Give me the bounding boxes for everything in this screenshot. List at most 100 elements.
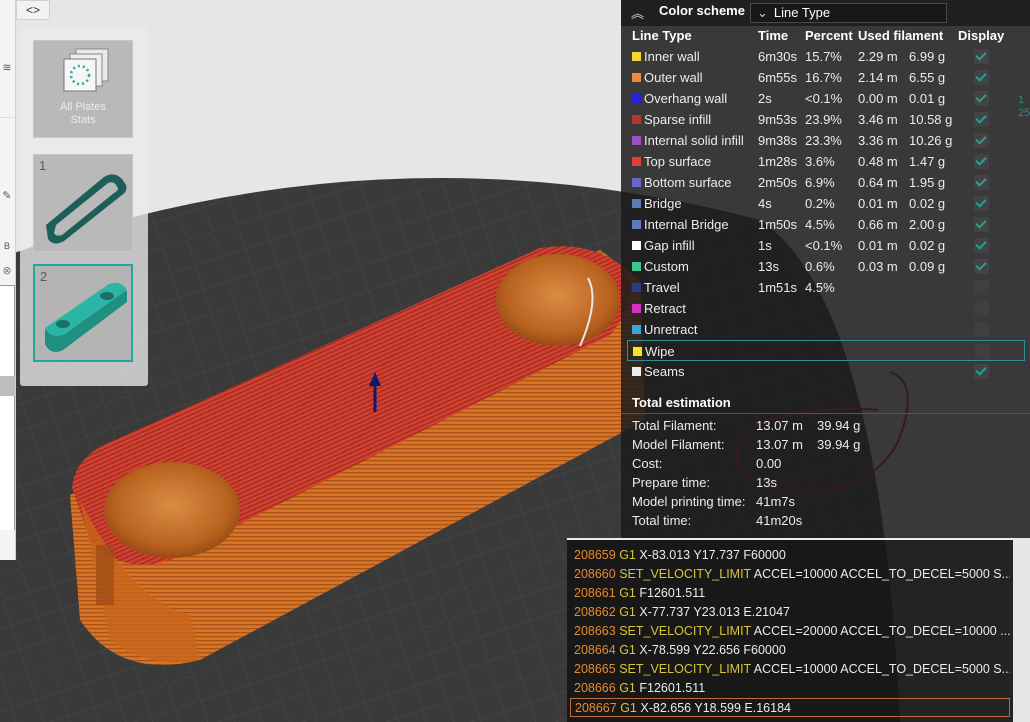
legend-row[interactable]: Seams bbox=[627, 361, 1025, 382]
all-plates-stats-thumbnail[interactable]: All Plates Stats bbox=[33, 40, 133, 138]
gcode-line-number: 208666 bbox=[574, 681, 616, 695]
line-type-weight: 0.09 g bbox=[909, 259, 946, 274]
plate-1-thumbnail[interactable]: 1 bbox=[33, 154, 133, 252]
legend-row[interactable]: Inner wall 6m30s 15.7% 2.29 m 6.99 g bbox=[627, 46, 1025, 67]
gcode-line-current[interactable]: 208667 G1 X-82.656 Y18.599 E.16184 bbox=[570, 698, 1010, 717]
display-checkbox[interactable] bbox=[974, 280, 989, 295]
line-type-time: 2s bbox=[758, 91, 772, 106]
gcode-line-number: 208659 bbox=[574, 548, 616, 562]
display-checkbox[interactable] bbox=[974, 196, 989, 211]
legend-row[interactable]: Overhang wall 2s <0.1% 0.00 m 0.01 g bbox=[627, 88, 1025, 109]
legend-row[interactable]: Sparse infill 9m53s 23.9% 3.46 m 10.58 g bbox=[627, 109, 1025, 130]
display-checkbox[interactable] bbox=[974, 259, 989, 274]
gcode-params: ACCEL=20000 ACCEL_TO_DECEL=10000 ... bbox=[753, 624, 1010, 638]
gcode-params: X-78.599 Y22.656 F60000 bbox=[639, 643, 786, 657]
legend-row[interactable]: Bottom surface 2m50s 6.9% 0.64 m 1.95 g bbox=[627, 172, 1025, 193]
line-type-color-swatch bbox=[632, 94, 641, 103]
collapse-chevron-up-icon[interactable]: ︽ bbox=[631, 3, 644, 22]
plate-1-model-preview bbox=[46, 174, 127, 244]
gcode-line[interactable]: 208661 G1 F12601.511 bbox=[570, 584, 1010, 603]
estimation-value-weight: 39.94 g bbox=[817, 418, 861, 433]
display-checkbox[interactable] bbox=[974, 217, 989, 232]
gcode-command: G1 bbox=[619, 643, 636, 657]
line-type-name: Internal solid infill bbox=[644, 133, 744, 148]
gcode-line[interactable]: 208665 SET_VELOCITY_LIMIT ACCEL=10000 AC… bbox=[570, 660, 1010, 679]
estimation-value: 13.07 m bbox=[756, 437, 803, 452]
collapse-sidebar-button[interactable]: <> bbox=[16, 0, 50, 20]
display-checkbox[interactable] bbox=[974, 49, 989, 64]
display-checkbox[interactable] bbox=[974, 112, 989, 127]
line-type-time: 4s bbox=[758, 196, 772, 211]
estimation-row: Model printing time: 41m7s bbox=[632, 494, 795, 512]
gcode-line-number: 208664 bbox=[574, 643, 616, 657]
line-type-length: 0.00 m bbox=[858, 91, 898, 106]
legend-row[interactable]: Gap infill 1s <0.1% 0.01 m 0.02 g bbox=[627, 235, 1025, 256]
gcode-line[interactable]: 208666 G1 F12601.511 bbox=[570, 679, 1010, 698]
legend-row[interactable]: Outer wall 6m55s 16.7% 2.14 m 6.55 g bbox=[627, 67, 1025, 88]
display-checkbox[interactable] bbox=[974, 364, 989, 379]
legend-row[interactable]: Unretract bbox=[627, 319, 1025, 340]
line-type-percent: 23.3% bbox=[805, 133, 842, 148]
line-type-weight: 2.00 g bbox=[909, 217, 946, 232]
line-type-color-swatch bbox=[632, 367, 641, 376]
display-checkbox[interactable] bbox=[974, 238, 989, 253]
gcode-line-number: 208665 bbox=[574, 662, 616, 676]
total-estimation-title: Total estimation bbox=[632, 395, 731, 410]
legend-row[interactable]: Retract bbox=[627, 298, 1025, 319]
estimation-row: Cost: 0.00 bbox=[632, 456, 781, 474]
gcode-line[interactable]: 208659 G1 X-83.013 Y17.737 F60000 bbox=[570, 546, 1010, 565]
b-badge-icon: B bbox=[3, 241, 10, 251]
estimation-label: Total time: bbox=[632, 513, 692, 528]
legend-row[interactable]: Bridge 4s 0.2% 0.01 m 0.02 g bbox=[627, 193, 1025, 214]
line-type-name: Retract bbox=[644, 301, 686, 316]
line-type-weight: 0.02 g bbox=[909, 196, 946, 211]
line-type-weight: 6.55 g bbox=[909, 70, 946, 85]
line-type-weight: 0.01 g bbox=[909, 91, 946, 106]
line-type-time: 6m30s bbox=[758, 49, 798, 64]
legend-row[interactable]: Top surface 1m28s 3.6% 0.48 m 1.47 g bbox=[627, 151, 1025, 172]
line-type-percent: 3.6% bbox=[805, 154, 835, 169]
gcode-line[interactable]: 208660 SET_VELOCITY_LIMIT ACCEL=10000 AC… bbox=[570, 565, 1010, 584]
col-header-line-type: Line Type bbox=[632, 28, 692, 43]
color-scheme-bar: ︽ Color scheme ⌄ Line Type bbox=[621, 0, 1030, 26]
gcode-line[interactable]: 208664 G1 X-78.599 Y22.656 F60000 bbox=[570, 641, 1010, 660]
line-type-length: 0.66 m bbox=[858, 217, 898, 232]
line-type-name: Wipe bbox=[645, 344, 675, 359]
line-type-color-swatch bbox=[632, 220, 641, 229]
line-type-weight: 1.47 g bbox=[909, 154, 946, 169]
wifi-icon[interactable]: ≋ bbox=[0, 62, 14, 74]
display-checkbox[interactable] bbox=[974, 301, 989, 316]
display-checkbox[interactable] bbox=[974, 175, 989, 190]
legend-row[interactable]: Wipe bbox=[627, 340, 1025, 361]
gcode-line[interactable]: 208663 SET_VELOCITY_LIMIT ACCEL=20000 AC… bbox=[570, 622, 1010, 641]
color-scheme-select[interactable]: ⌄ Line Type bbox=[750, 3, 947, 23]
gcode-command: G1 bbox=[619, 681, 636, 695]
line-type-name: Travel bbox=[644, 280, 680, 295]
edit-icon[interactable]: ✎ bbox=[0, 190, 14, 202]
plate-2-model-preview bbox=[45, 282, 127, 352]
display-checkbox[interactable] bbox=[975, 344, 990, 359]
line-type-time: 1m50s bbox=[758, 217, 798, 232]
legend-row[interactable]: Internal solid infill 9m38s 23.3% 3.36 m 10.… bbox=[627, 130, 1025, 151]
plate-2-thumbnail[interactable]: 2 bbox=[33, 264, 133, 362]
right-edge-fragment: 1 25 bbox=[1018, 94, 1030, 119]
display-checkbox[interactable] bbox=[974, 91, 989, 106]
col-header-percent: Percent bbox=[805, 28, 853, 43]
estimation-value: 41m7s bbox=[756, 494, 796, 509]
line-type-name: Sparse infill bbox=[644, 112, 712, 127]
legend-row[interactable]: Internal Bridge 1m50s 4.5% 0.66 m 2.00 g bbox=[627, 214, 1025, 235]
line-type-length: 0.01 m bbox=[858, 196, 898, 211]
gcode-viewer[interactable]: 208659 G1 X-83.013 Y17.737 F60000 208660 … bbox=[567, 538, 1013, 722]
gcode-line[interactable]: 208662 G1 X-77.737 Y23.013 E.21047 bbox=[570, 603, 1010, 622]
gcode-command: SET_VELOCITY_LIMIT bbox=[619, 624, 751, 638]
legend-row[interactable]: Travel 1m51s 4.5% bbox=[627, 277, 1025, 298]
display-checkbox[interactable] bbox=[974, 154, 989, 169]
line-type-color-swatch bbox=[632, 325, 641, 334]
display-checkbox[interactable] bbox=[974, 70, 989, 85]
line-type-length: 3.36 m bbox=[858, 133, 898, 148]
legend-row[interactable]: Custom 13s 0.6% 0.03 m 0.09 g bbox=[627, 256, 1025, 277]
display-checkbox[interactable] bbox=[974, 133, 989, 148]
display-checkbox[interactable] bbox=[974, 322, 989, 337]
close-circle-icon[interactable]: ⊗ bbox=[0, 265, 14, 277]
line-type-percent: 6.9% bbox=[805, 175, 835, 190]
